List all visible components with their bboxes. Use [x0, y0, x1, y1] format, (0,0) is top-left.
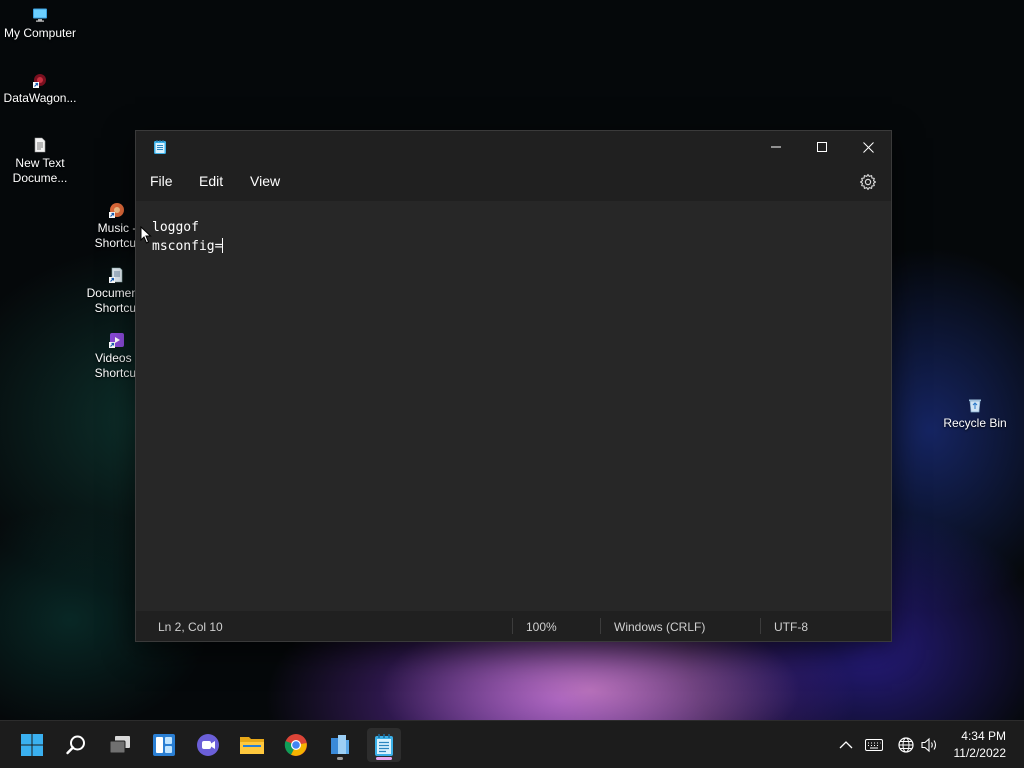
file-explorer-button[interactable] — [235, 728, 269, 762]
chevron-up-icon — [839, 741, 853, 749]
start-button[interactable] — [15, 728, 49, 762]
mouse-pointer-icon — [140, 226, 152, 244]
editor-line-1: loggof — [152, 220, 199, 235]
desktop-icon-my-computer[interactable]: My Computer — [0, 7, 80, 41]
notepad-window[interactable]: File Edit View loggof msconfig= Ln 2, Co… — [135, 130, 892, 642]
search-button[interactable] — [59, 728, 93, 762]
editor-line-2-text: msconfig= — [152, 239, 223, 254]
menu-file[interactable]: File — [150, 173, 173, 189]
system-clock[interactable]: 4:34 PM 11/2/2022 — [954, 728, 1007, 762]
globe-icon — [898, 737, 914, 753]
chrome-icon — [284, 734, 307, 756]
text-file-icon — [34, 137, 46, 153]
documents-shortcut-icon — [109, 267, 123, 283]
title-bar[interactable] — [136, 131, 891, 163]
status-encoding[interactable]: UTF-8 — [774, 620, 808, 634]
keyboard-button[interactable] — [864, 735, 884, 755]
show-hidden-icons-button[interactable] — [836, 735, 856, 755]
desktop-icon-label: Recycle Bin — [943, 416, 1007, 430]
minimize-icon — [771, 146, 781, 148]
desktop-icon-recycle-bin[interactable]: Recycle Bin — [935, 397, 1015, 431]
teams-chat-button[interactable] — [191, 728, 225, 762]
datawagon-shortcut-icon — [33, 74, 46, 88]
minimize-button[interactable] — [753, 131, 799, 161]
running-indicator — [337, 757, 343, 760]
volume-button[interactable] — [920, 735, 940, 755]
status-divider — [600, 618, 601, 634]
maximize-icon — [817, 142, 827, 153]
desktop-icon-new-text-document[interactable]: New Text Docume... — [0, 137, 80, 186]
active-indicator — [376, 757, 392, 760]
taskbar: 4:34 PM 11/2/2022 — [0, 720, 1024, 768]
status-divider — [760, 618, 761, 634]
monitor-icon — [33, 8, 47, 22]
desktop-icon-label: My Computer — [3, 26, 77, 40]
menu-view[interactable]: View — [250, 173, 280, 189]
desktop-icon-datawagon[interactable]: DataWagon... — [0, 72, 80, 106]
close-button[interactable] — [845, 131, 891, 161]
close-icon — [862, 141, 874, 153]
settings-gear-icon[interactable] — [859, 173, 877, 191]
status-line-ending[interactable]: Windows (CRLF) — [614, 620, 705, 634]
task-view-button[interactable] — [103, 728, 137, 762]
teams-chat-icon — [197, 734, 219, 756]
maximize-button[interactable] — [799, 131, 845, 161]
search-icon — [66, 735, 85, 755]
music-shortcut-icon — [109, 203, 124, 218]
keyboard-icon — [865, 739, 883, 751]
file-explorer-icon — [240, 737, 264, 754]
status-line-col: Ln 2, Col 10 — [158, 620, 223, 634]
widgets-button[interactable] — [147, 728, 181, 762]
desktop-icon-label: DataWagon... — [3, 91, 77, 105]
notepad-taskbar-button[interactable] — [367, 728, 401, 762]
status-zoom[interactable]: 100% — [526, 620, 557, 634]
menu-edit[interactable]: Edit — [199, 173, 223, 189]
clock-time: 4:34 PM — [961, 729, 1006, 743]
network-button[interactable] — [896, 735, 916, 755]
desktop-icon-label: New Text Docume... — [12, 156, 68, 185]
task-view-icon — [109, 736, 130, 754]
widgets-icon — [153, 734, 175, 756]
clock-date: 11/2/2022 — [953, 746, 1007, 760]
menu-bar: File Edit View — [136, 164, 891, 200]
text-editor-area[interactable]: loggof msconfig= — [136, 201, 891, 611]
notepad-app-icon — [154, 140, 166, 154]
network-app-button[interactable] — [323, 728, 357, 762]
status-divider — [512, 618, 513, 634]
network-app-icon — [331, 735, 349, 754]
videos-shortcut-icon — [109, 333, 124, 348]
chrome-button[interactable] — [279, 728, 313, 762]
status-bar: Ln 2, Col 10 100% Windows (CRLF) UTF-8 — [136, 611, 891, 641]
start-icon — [21, 734, 43, 756]
speaker-icon — [921, 737, 937, 753]
editor-line-2: msconfig= — [152, 238, 224, 254]
notepad-icon — [375, 734, 393, 756]
recycle-bin-icon — [969, 399, 981, 413]
text-caret — [222, 238, 224, 253]
